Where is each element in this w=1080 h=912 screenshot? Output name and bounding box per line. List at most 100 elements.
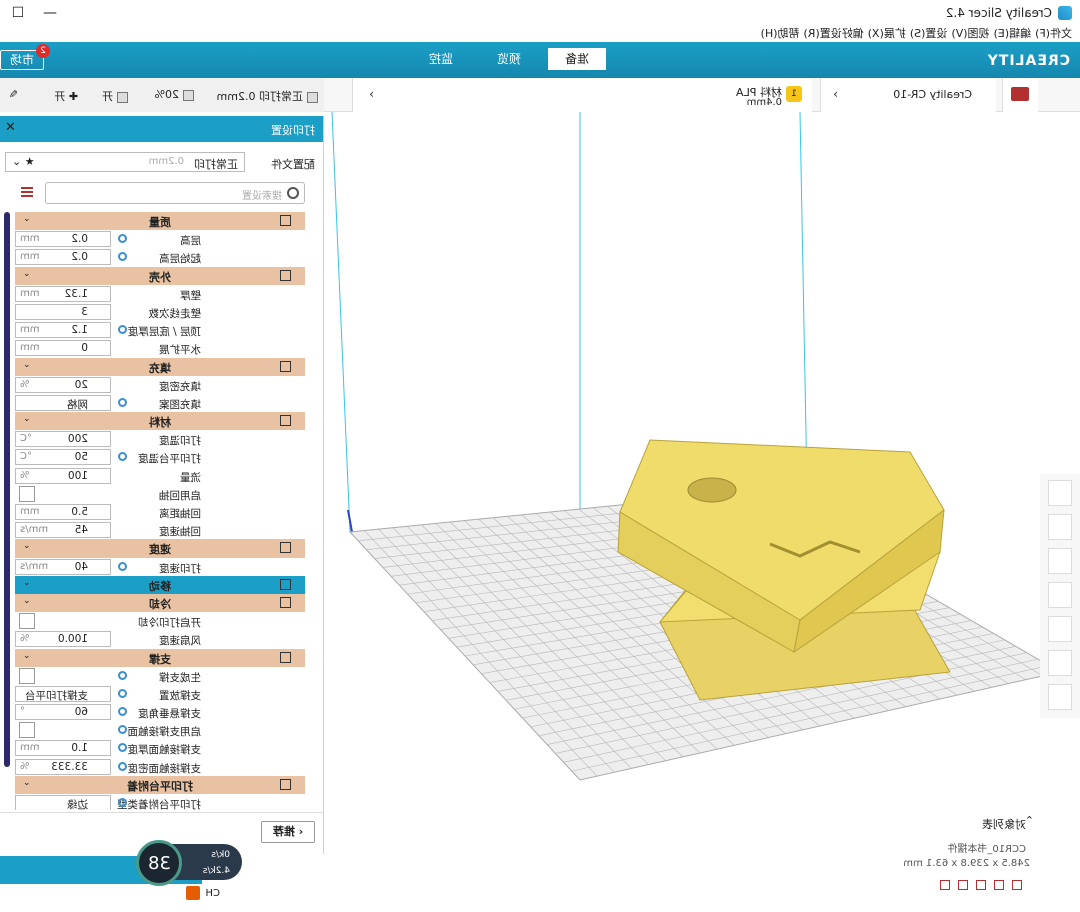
setting-input[interactable]: 100.0% [15,631,111,648]
view-3d-button[interactable] [1048,480,1072,506]
setting-checkbox[interactable] [19,722,35,739]
settings-category[interactable]: 支撑 ⌄ [15,648,305,667]
link-icon[interactable] [118,452,127,462]
support-icon [117,91,128,103]
view-left-button[interactable] [1048,582,1072,608]
link-icon[interactable] [118,707,127,717]
setting-unit: mm/s [20,560,49,572]
profile-name-text: 正常打印 0.2mm [216,90,303,103]
close-icon[interactable]: ✕ [5,120,16,135]
search-icon [287,187,299,199]
chevron-up-icon[interactable]: ⌃ [1025,814,1034,827]
link-icon[interactable] [118,252,127,262]
settings-category[interactable]: 质量 ⌄ [15,212,305,231]
setting-input[interactable]: 3 [15,303,111,320]
tab-monitor[interactable]: 监控 [412,48,470,70]
object-action-icon[interactable] [976,880,986,890]
view-front-button[interactable] [1048,514,1072,540]
setting-input[interactable]: 200 °C [15,431,111,448]
setting-value: 0.2 [71,251,88,264]
setting-input[interactable]: 33.333% [15,758,111,775]
link-icon[interactable] [118,743,127,753]
setting-value: 40 [74,560,88,573]
recommended-button[interactable]: ‹ 推荐 [261,821,315,843]
link-icon[interactable] [118,234,127,244]
setting-input[interactable]: 1.32 mm [15,285,111,302]
3d-viewport[interactable]: ⌃ 对象列表 CCR10_书本摆件 248.5 x 239.8 x 63.1 m… [324,112,1080,912]
setting-checkbox[interactable] [19,485,35,502]
object-list-header[interactable]: 对象列表 [982,816,1026,832]
link-icon[interactable] [118,798,127,807]
download-speed: 4.2k/s [202,866,230,876]
menu-item[interactable]: 文件(F) [1035,26,1072,42]
minimize-button[interactable]: — [38,2,62,24]
link-icon[interactable] [118,325,127,335]
setting-input[interactable]: 45 mm/s [15,522,111,539]
setting-input[interactable]: 40 mm/s [15,558,111,575]
setting-input[interactable]: 网格 [15,394,111,411]
link-icon[interactable] [118,670,127,680]
setting-input[interactable]: 20% [15,376,111,393]
printer-selector[interactable]: Creality CR-10 › [820,78,996,112]
setting-input[interactable]: 0.2 mm [15,231,111,248]
setting-input[interactable]: 100% [15,467,111,484]
setting-input[interactable]: 边缘 [15,795,111,810]
setting-input[interactable]: 0 mm [15,340,111,357]
menu-item[interactable]: 偏好设置(R) [803,26,863,42]
setting-label: 打印速度 [159,562,201,575]
view-right-button[interactable] [1048,616,1072,642]
link-icon[interactable] [118,725,127,735]
setting-checkbox[interactable] [19,613,35,630]
settings-menu-icon[interactable] [21,187,33,197]
menu-item[interactable]: 设置(S) [910,26,948,42]
object-action-icon[interactable] [994,880,1004,890]
setting-row: 支撑接触面密度 33.333% [15,758,305,776]
setting-input[interactable]: 1.2 mm [15,322,111,339]
menu-item[interactable]: 编辑(E) [994,26,1032,42]
object-action-icon[interactable] [1012,880,1022,890]
setting-row: 打印平台附着类型 边缘 [15,794,305,810]
setting-input[interactable]: 1.0 mm [15,740,111,757]
settings-category[interactable]: 移动 ⌄ [15,575,305,594]
tab-prepare[interactable]: 准备 [548,48,606,70]
search-input[interactable]: 搜索设置 [45,182,305,204]
category-label: 冷却 [149,597,171,611]
tab-preview[interactable]: 预览 [480,48,538,70]
setting-input[interactable]: 5.0 mm [15,504,111,520]
link-icon[interactable] [118,397,127,407]
settings-category[interactable]: 填充 ⌄ [15,357,305,376]
ime-indicator[interactable]: CH [205,888,220,899]
setting-label: 层高 [180,235,201,248]
open-file-button[interactable] [1002,78,1038,112]
menu-item[interactable]: 扩展(X) [868,26,906,42]
menu-item[interactable]: 视图(V) [951,26,989,42]
settings-category[interactable]: 外壳 ⌄ [15,266,305,285]
profile-select[interactable]: 正常打印 0.2mm ★ ⌄ [5,152,245,172]
settings-scrollbar[interactable] [4,212,10,767]
material-selector[interactable]: 1 材料 PLA 0.4mm › [352,78,812,112]
view-top-button[interactable] [1048,548,1072,574]
taskbar-app-icon[interactable] [186,886,200,900]
settings-category[interactable]: 冷却 ⌄ [15,593,305,613]
setting-input[interactable]: 60 ° [15,704,111,721]
object-list-item[interactable]: CCR10_书本摆件 [947,840,1026,855]
object-action-icon[interactable] [958,880,968,890]
link-icon[interactable] [118,561,127,571]
view-tool-button[interactable] [1048,650,1072,676]
link-icon[interactable] [118,688,127,698]
menu-item[interactable]: 帮助(H) [761,26,800,42]
settings-category[interactable]: 速度 ⌄ [15,539,305,558]
setting-input[interactable]: 50 °C [15,449,111,466]
setting-input[interactable]: 支撑打印平台 [15,685,111,702]
setting-row: 支撑悬垂角度 60 ° [15,703,305,721]
pencil-icon[interactable]: ✎ [9,88,18,101]
link-icon[interactable] [118,761,127,771]
setting-checkbox[interactable] [19,667,35,684]
settings-category[interactable]: 材料 ⌄ [15,412,305,431]
setting-input[interactable]: 0.2 mm [15,249,111,266]
print-profile-bar[interactable]: 正常打印 0.2mm 20% 开 ✚ 开 ✎ [0,78,324,112]
object-action-icon[interactable] [940,880,950,890]
settings-category[interactable]: 打印平台附着 ⌄ [15,775,305,794]
maximize-button[interactable]: ☐ [6,2,30,24]
view-tool-button[interactable] [1048,684,1072,710]
